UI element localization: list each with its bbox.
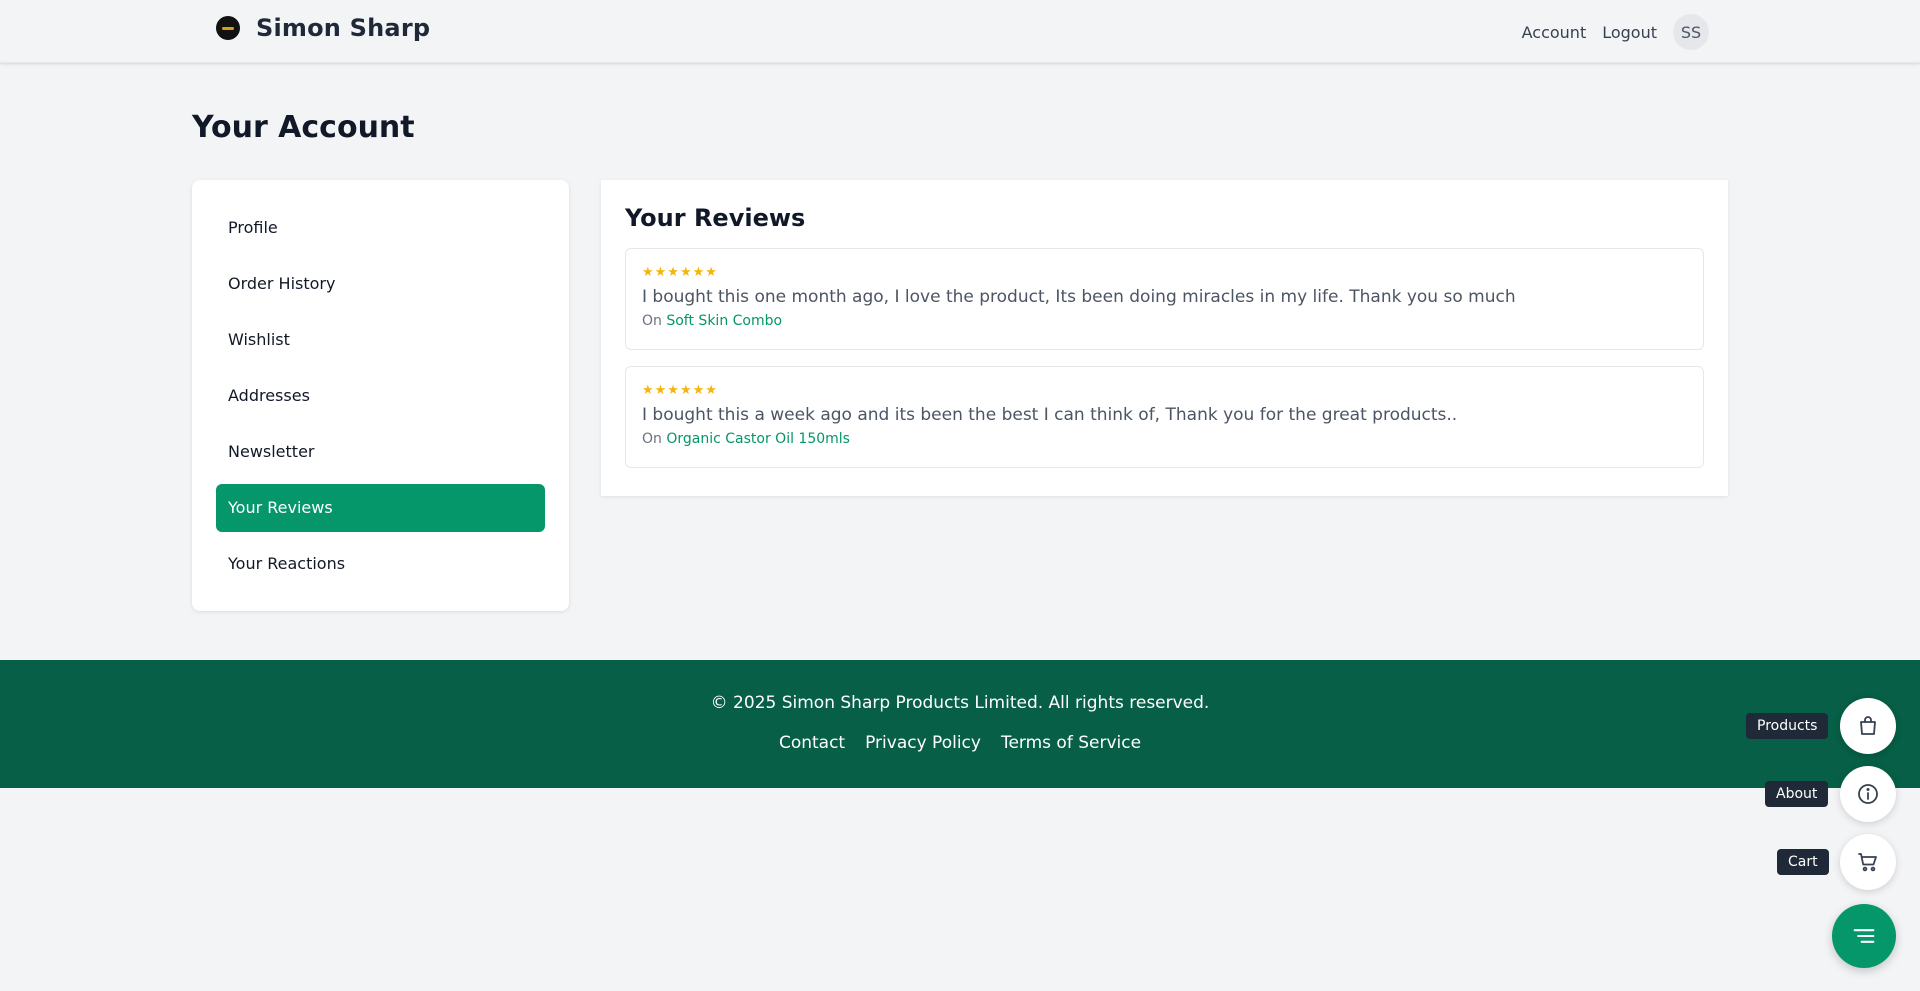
sidebar-item-newsletter[interactable]: Newsletter	[216, 428, 545, 476]
page-title: Your Account	[192, 110, 415, 145]
header-nav: Account Logout SS	[1522, 14, 1709, 50]
products-fab-button[interactable]	[1840, 698, 1896, 754]
review-on-label: On	[642, 313, 662, 329]
star-rating: ★★★★★★	[642, 265, 718, 280]
cart-fab-label: Cart	[1777, 849, 1829, 875]
brand-name[interactable]: Simon Sharp	[256, 14, 430, 42]
sidebar-item-your-reactions[interactable]: Your Reactions	[216, 540, 545, 588]
shopping-cart-icon	[1858, 853, 1877, 872]
reviews-title: Your Reviews	[625, 204, 806, 232]
footer-link-terms-of-service[interactable]: Terms of Service	[1001, 733, 1141, 753]
about-fab-label: About	[1765, 781, 1829, 807]
about-fab-button[interactable]	[1840, 766, 1896, 822]
sidebar-item-wishlist[interactable]: Wishlist	[216, 316, 545, 364]
account-sidebar: Profile Order History Wishlist Addresses…	[192, 180, 569, 611]
avatar[interactable]: SS	[1673, 14, 1709, 50]
products-fab-label: Products	[1746, 713, 1829, 739]
sidebar-item-profile[interactable]: Profile	[216, 204, 545, 252]
fab-menu-toggle-button[interactable]	[1832, 904, 1896, 968]
review-product-line: On Soft Skin Combo	[642, 313, 1687, 329]
shopping-bag-icon	[1860, 716, 1876, 735]
sidebar-item-order-history[interactable]: Order History	[216, 260, 545, 308]
sidebar-item-your-reviews[interactable]: Your Reviews	[216, 484, 545, 532]
review-card: ★★★★★★ I bought this a week ago and its …	[625, 366, 1704, 468]
review-product-line: On Organic Castor Oil 150mls	[642, 431, 1687, 447]
review-text: I bought this a week ago and its been th…	[642, 405, 1458, 425]
cart-fab-button[interactable]	[1840, 834, 1896, 890]
top-header: Simon Sharp Account Logout SS	[0, 0, 1920, 63]
reviews-panel: Your Reviews ★★★★★★ I bought this one mo…	[601, 180, 1728, 496]
account-link[interactable]: Account	[1522, 23, 1587, 42]
review-product-link[interactable]: Organic Castor Oil 150mls	[666, 431, 850, 447]
review-card: ★★★★★★ I bought this one month ago, I lo…	[625, 248, 1704, 350]
footer-link-contact[interactable]: Contact	[779, 733, 845, 753]
review-text: I bought this one month ago, I love the …	[642, 287, 1516, 307]
star-rating: ★★★★★★	[642, 383, 718, 398]
review-product-link[interactable]: Soft Skin Combo	[666, 313, 782, 329]
footer-link-privacy-policy[interactable]: Privacy Policy	[865, 733, 981, 753]
footer-links: Contact Privacy Policy Terms of Service	[0, 733, 1920, 753]
sidebar-item-addresses[interactable]: Addresses	[216, 372, 545, 420]
menu-lines-icon	[1853, 929, 1875, 943]
info-icon	[1858, 784, 1878, 804]
brand-logo-icon[interactable]	[216, 16, 240, 40]
site-footer: © 2025 Simon Sharp Products Limited. All…	[0, 660, 1920, 788]
brand[interactable]: Simon Sharp	[216, 14, 430, 42]
footer-copyright: © 2025 Simon Sharp Products Limited. All…	[710, 693, 1210, 713]
logout-link[interactable]: Logout	[1602, 23, 1657, 42]
review-on-label: On	[642, 431, 662, 447]
